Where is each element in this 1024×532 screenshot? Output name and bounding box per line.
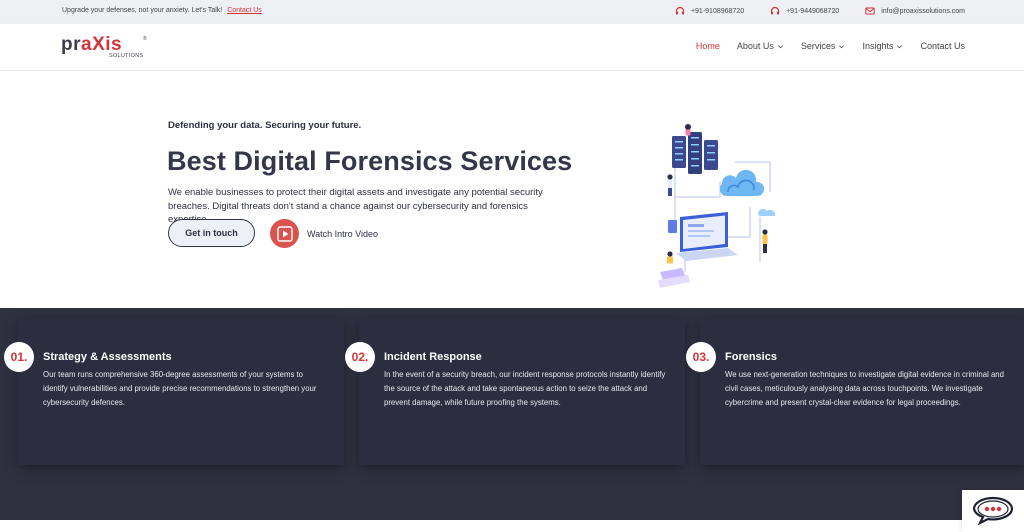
service-title: Strategy & Assessments (43, 351, 172, 363)
service-number: 02. (345, 342, 375, 372)
nav-home[interactable]: Home (696, 41, 720, 51)
headset-icon (675, 6, 685, 15)
service-title: Forensics (725, 351, 777, 363)
watch-video-button[interactable]: Watch Intro Video (270, 219, 378, 248)
phone-contact-1[interactable]: +91-9108968720 (675, 6, 744, 16)
promo-text: Upgrade your defenses, not your anxiety.… (62, 7, 223, 14)
service-text: We use next-generation techniques to inv… (725, 370, 1004, 408)
phone-contact-2[interactable]: +91-9449068720 (770, 6, 839, 16)
email-contact[interactable]: info@proaxissolutions.com (865, 6, 965, 16)
phone-number-1: +91-9108968720 (690, 7, 745, 15)
email-address: info@proaxissolutions.com (881, 7, 965, 15)
hero-tagline: Defending your data. Securing your futur… (168, 120, 362, 131)
nav-services-label: Services (800, 41, 836, 51)
headset-icon (770, 6, 780, 15)
nav-insights-label: Insights (862, 41, 894, 51)
service-card-forensics: 03. Forensics We use next-generation tec… (686, 318, 1024, 465)
service-card-incident-response: 02. Incident Response In the event of a … (345, 318, 685, 465)
service-title: Incident Response (384, 351, 482, 363)
phone-number-2: +91-9449068720 (786, 7, 840, 15)
service-number: 03. (686, 342, 716, 372)
nav-insights[interactable]: Insights (862, 41, 903, 51)
nav-home-label: Home (695, 41, 720, 51)
chat-bubble-icon (972, 496, 1014, 526)
nav-about-us[interactable]: About Us (737, 41, 784, 51)
page-bottom-strip (0, 520, 1024, 532)
chevron-down-icon (839, 44, 845, 48)
service-text: In the event of a security breach, our i… (384, 370, 666, 408)
service-card-strategy: 01. Strategy & Assessments Our team runs… (4, 318, 344, 465)
mail-icon (865, 7, 875, 15)
service-text: Our team runs comprehensive 360-degree a… (43, 370, 317, 408)
contact-us-link[interactable]: Contact Us (227, 7, 262, 14)
nav-contact-label: Contact Us (920, 41, 965, 51)
watch-video-label: Watch Intro Video (307, 228, 379, 239)
services-band: 01. Strategy & Assessments Our team runs… (0, 308, 1024, 520)
nav-about-label: About Us (736, 41, 774, 51)
hero-title: Best Digital Forensics Services (167, 146, 573, 176)
hero-section: Defending your data. Securing your futur… (0, 71, 1024, 308)
chevron-down-icon (777, 44, 783, 48)
logo-registered-mark: ® (143, 36, 147, 42)
logo-word-part-1: pr (61, 34, 81, 55)
logo-subtitle: SOLUTIONS (109, 53, 144, 59)
site-header: praXis ® SOLUTIONS Home About Us Service… (0, 24, 1024, 71)
service-number: 01. (4, 342, 34, 372)
top-bar: Upgrade your defenses, not your anxiety.… (0, 0, 1024, 24)
logo-word-part-2: aXis (81, 34, 123, 55)
play-video-icon (270, 219, 299, 248)
cybersecurity-illustration (658, 124, 776, 288)
nav-contact-us[interactable]: Contact Us (920, 41, 965, 51)
chevron-down-icon (897, 44, 903, 48)
top-bar-message: Upgrade your defenses, not your anxiety.… (62, 7, 262, 14)
get-in-touch-button[interactable]: Get in touch (168, 219, 255, 247)
chat-widget-button[interactable] (962, 490, 1024, 532)
proaxis-logo[interactable]: praXis ® SOLUTIONS (61, 34, 151, 62)
top-contacts: +91-9108968720 +91-9449068720 info@proax… (675, 6, 965, 16)
nav-services[interactable]: Services (801, 41, 846, 51)
main-nav: Home About Us Services Insights Contact … (696, 41, 965, 51)
